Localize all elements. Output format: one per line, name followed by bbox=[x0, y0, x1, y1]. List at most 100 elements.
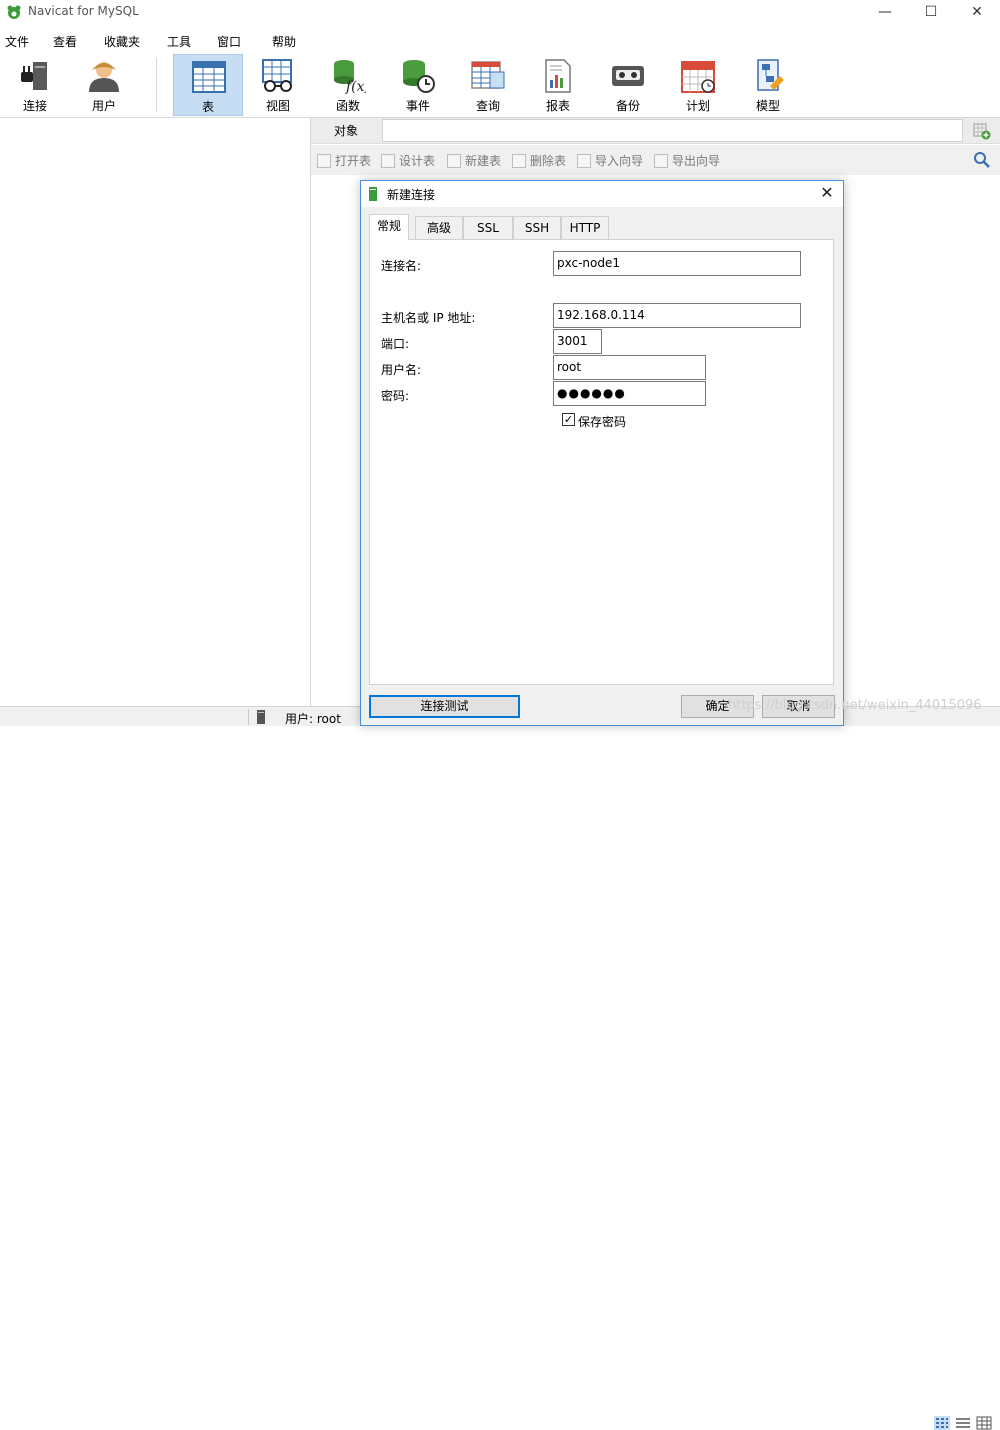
export-wizard-icon bbox=[654, 154, 668, 168]
tab-ssl[interactable]: SSL bbox=[463, 216, 513, 240]
object-toolbar: 打开表 设计表 新建表 删除表 导入向导 导出向导 bbox=[311, 145, 1000, 175]
design-table-label: 设计表 bbox=[399, 154, 436, 168]
detail-view-icon[interactable] bbox=[976, 1416, 992, 1430]
toolbar-schedule-button[interactable]: 计划 bbox=[663, 54, 733, 116]
new-table-button[interactable]: 新建表 bbox=[447, 152, 501, 169]
delete-table-button[interactable]: 删除表 bbox=[512, 152, 566, 169]
connection-name-label: 连接名: bbox=[381, 259, 422, 273]
toolbar-label: 用户 bbox=[91, 99, 116, 113]
toolbar-model-button[interactable]: 模型 bbox=[733, 54, 803, 116]
test-connection-button[interactable]: 连接测试 bbox=[369, 695, 520, 718]
menu-view[interactable]: 查看 bbox=[53, 33, 77, 50]
toolbar-user-button[interactable]: 用户 bbox=[69, 54, 139, 116]
toolbar-function-button[interactable]: f(x) 函数 bbox=[313, 54, 383, 116]
watermark-text: https://blog.csdn.net/weixin_44015096 bbox=[728, 698, 982, 713]
toolbar-label: 函数 bbox=[335, 99, 360, 113]
import-wizard-icon bbox=[577, 154, 591, 168]
server-icon bbox=[257, 710, 265, 724]
table-icon bbox=[192, 61, 226, 93]
new-table-label: 新建表 bbox=[465, 154, 502, 168]
maximize-button[interactable]: ☐ bbox=[908, 0, 954, 26]
menu-favorites[interactable]: 收藏夹 bbox=[104, 33, 140, 50]
toolbar-backup-button[interactable]: 备份 bbox=[593, 54, 663, 116]
open-table-icon bbox=[317, 154, 331, 168]
search-icon[interactable] bbox=[973, 151, 991, 169]
tab-advanced[interactable]: 高级 bbox=[415, 216, 463, 240]
svg-text:f(x): f(x) bbox=[345, 79, 366, 94]
navicat-logo-icon bbox=[7, 5, 21, 19]
toolbar-label: 报表 bbox=[545, 99, 570, 113]
password-field[interactable]: ●●●●●● bbox=[553, 381, 706, 406]
host-label: 主机名或 IP 地址: bbox=[381, 311, 476, 325]
close-button[interactable]: ✕ bbox=[954, 0, 1000, 26]
delete-table-label: 删除表 bbox=[530, 154, 567, 168]
tab-ssh[interactable]: SSH bbox=[513, 216, 561, 240]
connection-icon bbox=[21, 62, 47, 90]
tab-http[interactable]: HTTP bbox=[561, 216, 609, 240]
design-table-button[interactable]: 设计表 bbox=[381, 152, 435, 169]
view-icon bbox=[262, 59, 292, 92]
backup-icon bbox=[612, 66, 644, 86]
general-tab-panel: 连接名: pxc-node1 主机名或 IP 地址: 192.168.0.114… bbox=[369, 239, 834, 685]
list-view-icon[interactable] bbox=[955, 1416, 971, 1430]
toolbar-label: 查询 bbox=[475, 99, 500, 113]
delete-table-icon bbox=[512, 154, 526, 168]
query-icon bbox=[471, 61, 505, 89]
username-label: 用户名: bbox=[381, 363, 422, 377]
connection-tree-pane[interactable] bbox=[0, 118, 311, 706]
toolbar-connection-button[interactable]: 连接 bbox=[0, 54, 70, 116]
main-toolbar: 连接 用户 表 视图 f(x) 函数 事件 bbox=[0, 52, 1000, 118]
new-connection-dialog: 新建连接 ✕ 常规 高级 SSL SSH HTTP 连接名: pxc-node1… bbox=[360, 180, 844, 726]
window-title: Navicat for MySQL bbox=[28, 4, 139, 18]
open-table-label: 打开表 bbox=[335, 154, 372, 168]
menu-tools[interactable]: 工具 bbox=[167, 33, 191, 50]
toolbar-label: 视图 bbox=[265, 99, 290, 113]
minimize-button[interactable]: — bbox=[862, 0, 908, 26]
status-user: 用户: root bbox=[285, 712, 341, 726]
status-separator bbox=[248, 709, 249, 725]
user-icon bbox=[89, 62, 119, 92]
menu-file[interactable]: 文件 bbox=[5, 33, 29, 50]
toolbar-view-button[interactable]: 视图 bbox=[243, 54, 313, 116]
port-field[interactable]: 3001 bbox=[553, 329, 602, 354]
menu-window[interactable]: 窗口 bbox=[217, 33, 241, 50]
toolbar-label: 表 bbox=[201, 100, 214, 114]
toolbar-label: 模型 bbox=[755, 99, 780, 113]
username-field[interactable]: root bbox=[553, 355, 706, 380]
dialog-title: 新建连接 bbox=[387, 188, 436, 202]
toolbar-table-button[interactable]: 表 bbox=[173, 54, 243, 116]
host-field[interactable]: 192.168.0.114 bbox=[553, 303, 801, 328]
title-bar: Navicat for MySQL — ☐ ✕ bbox=[0, 0, 1000, 26]
port-label: 端口: bbox=[381, 337, 410, 351]
import-wizard-button[interactable]: 导入向导 bbox=[577, 152, 643, 169]
save-password-checkbox[interactable]: ✓ bbox=[562, 413, 575, 426]
tab-objects[interactable]: 对象 bbox=[311, 118, 381, 144]
toolbar-report-button[interactable]: 报表 bbox=[523, 54, 593, 116]
object-tab-bar: 对象 bbox=[311, 118, 1000, 144]
open-table-button[interactable]: 打开表 bbox=[317, 152, 371, 169]
function-icon: f(x) bbox=[334, 60, 366, 94]
toolbar-label: 连接 bbox=[22, 99, 47, 113]
toolbar-label: 事件 bbox=[405, 99, 430, 113]
model-icon bbox=[757, 59, 784, 91]
toolbar-event-button[interactable]: 事件 bbox=[383, 54, 453, 116]
export-wizard-label: 导出向导 bbox=[672, 154, 721, 168]
report-icon bbox=[545, 59, 571, 93]
dialog-close-button[interactable]: ✕ bbox=[813, 182, 841, 206]
toolbar-query-button[interactable]: 查询 bbox=[453, 54, 523, 116]
menu-help[interactable]: 帮助 bbox=[272, 33, 296, 50]
toolbar-separator bbox=[156, 58, 157, 112]
object-filter-input[interactable] bbox=[382, 119, 963, 142]
add-tab-icon[interactable] bbox=[973, 122, 991, 140]
grid-view-icon[interactable] bbox=[934, 1416, 950, 1430]
export-wizard-button[interactable]: 导出向导 bbox=[654, 152, 720, 169]
connection-icon bbox=[369, 187, 377, 201]
menu-bar: 文件 查看 收藏夹 工具 窗口 帮助 bbox=[0, 28, 1000, 52]
toolbar-label: 计划 bbox=[685, 99, 710, 113]
save-password-label: 保存密码 bbox=[578, 415, 627, 429]
tab-general[interactable]: 常规 bbox=[369, 214, 409, 240]
schedule-icon bbox=[681, 61, 715, 93]
connection-name-field[interactable]: pxc-node1 bbox=[553, 251, 801, 276]
import-wizard-label: 导入向导 bbox=[595, 154, 644, 168]
event-icon bbox=[403, 60, 435, 93]
